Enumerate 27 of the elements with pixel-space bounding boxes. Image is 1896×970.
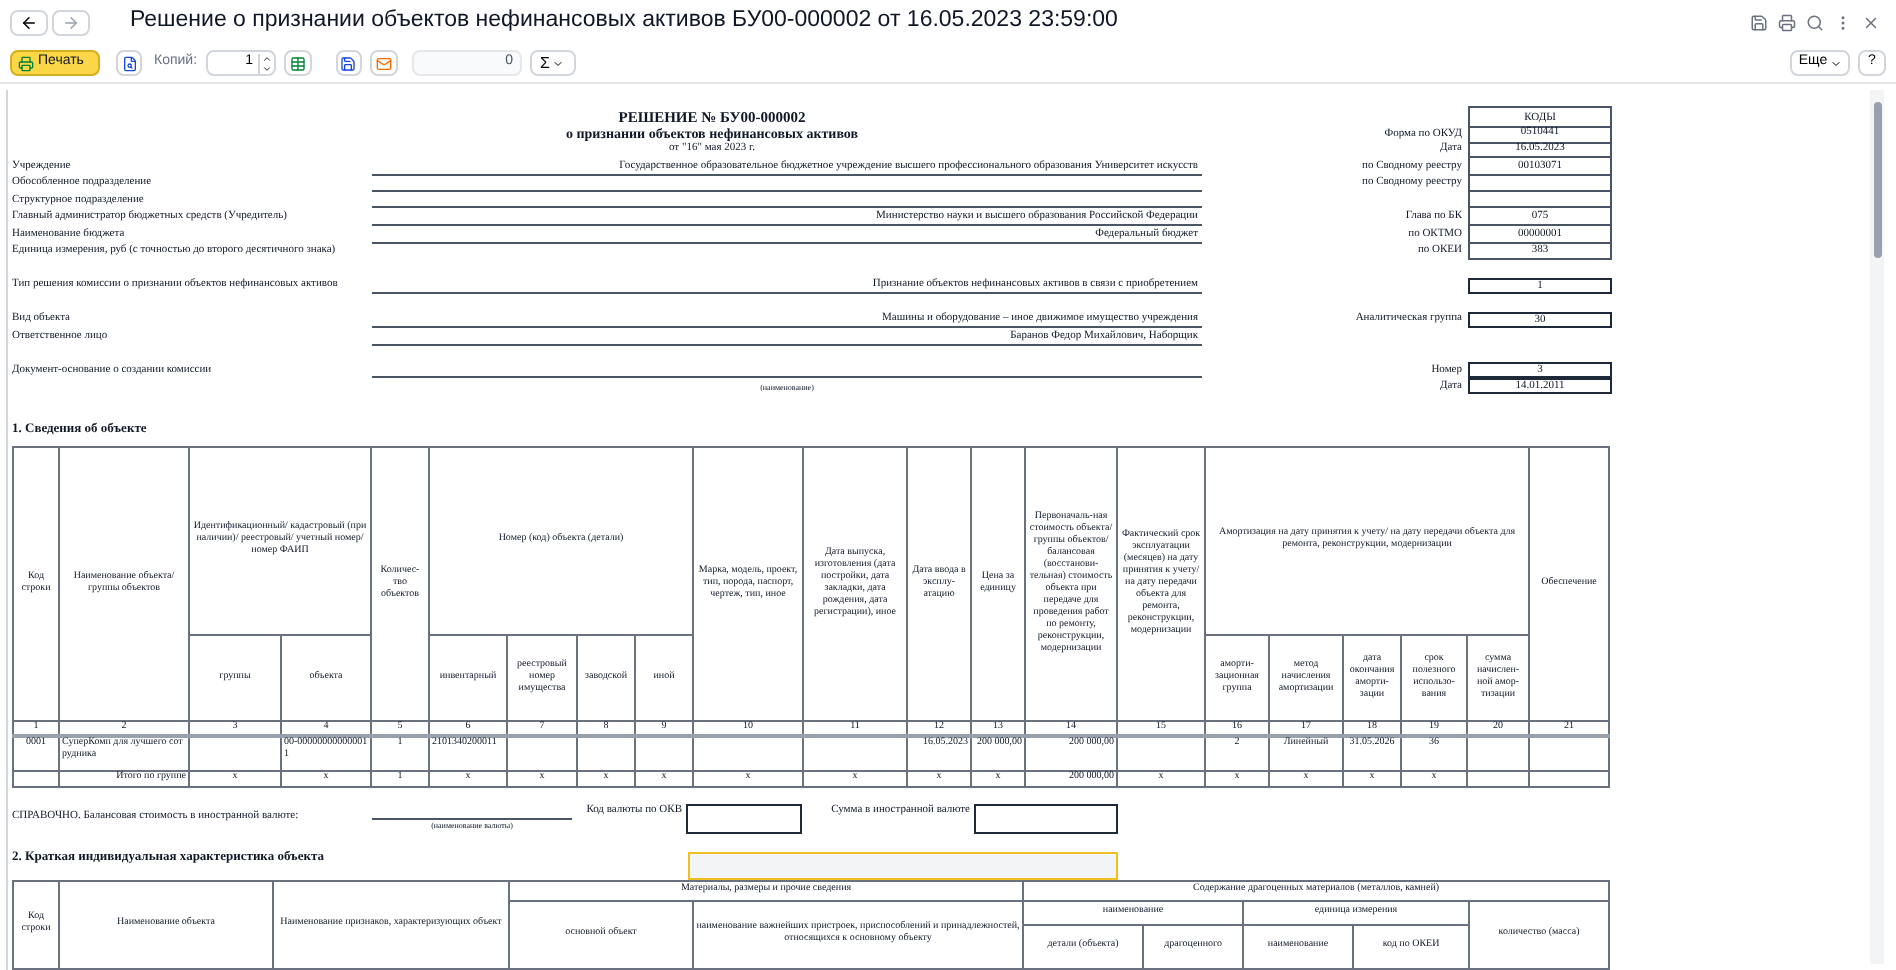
save-button[interactable] [335, 50, 362, 76]
search-icon[interactable] [1806, 13, 1824, 31]
sum-field[interactable] [974, 803, 1118, 833]
scrollbar[interactable] [1870, 90, 1884, 964]
selected-cell[interactable] [688, 851, 1118, 879]
spinner-icon[interactable] [257, 53, 272, 73]
save-icon[interactable] [1750, 13, 1768, 31]
code-box [1468, 174, 1612, 191]
back-icon [20, 13, 38, 31]
save-icon [340, 55, 357, 71]
caret-icon [552, 57, 564, 69]
mail-icon [375, 55, 392, 71]
currency-code-field[interactable] [686, 803, 802, 833]
window-title: Решение о признании объектов нефинансовых активов БУ00-000002 от 16.05.2023 23:59:00 [130, 6, 1118, 37]
preview-icon [121, 55, 137, 71]
printer-icon [18, 55, 34, 71]
mail-button[interactable] [369, 50, 398, 76]
sum-button[interactable]: Σ [529, 50, 576, 76]
close-icon[interactable] [1862, 13, 1880, 31]
table-icon [289, 55, 306, 71]
caret-icon [1829, 57, 1842, 69]
code-box [1468, 191, 1612, 208]
printer-icon[interactable] [1778, 13, 1796, 31]
back-button[interactable] [10, 9, 48, 35]
preview-button[interactable] [116, 50, 142, 76]
table-button[interactable] [283, 50, 312, 76]
forward-icon [62, 13, 80, 31]
